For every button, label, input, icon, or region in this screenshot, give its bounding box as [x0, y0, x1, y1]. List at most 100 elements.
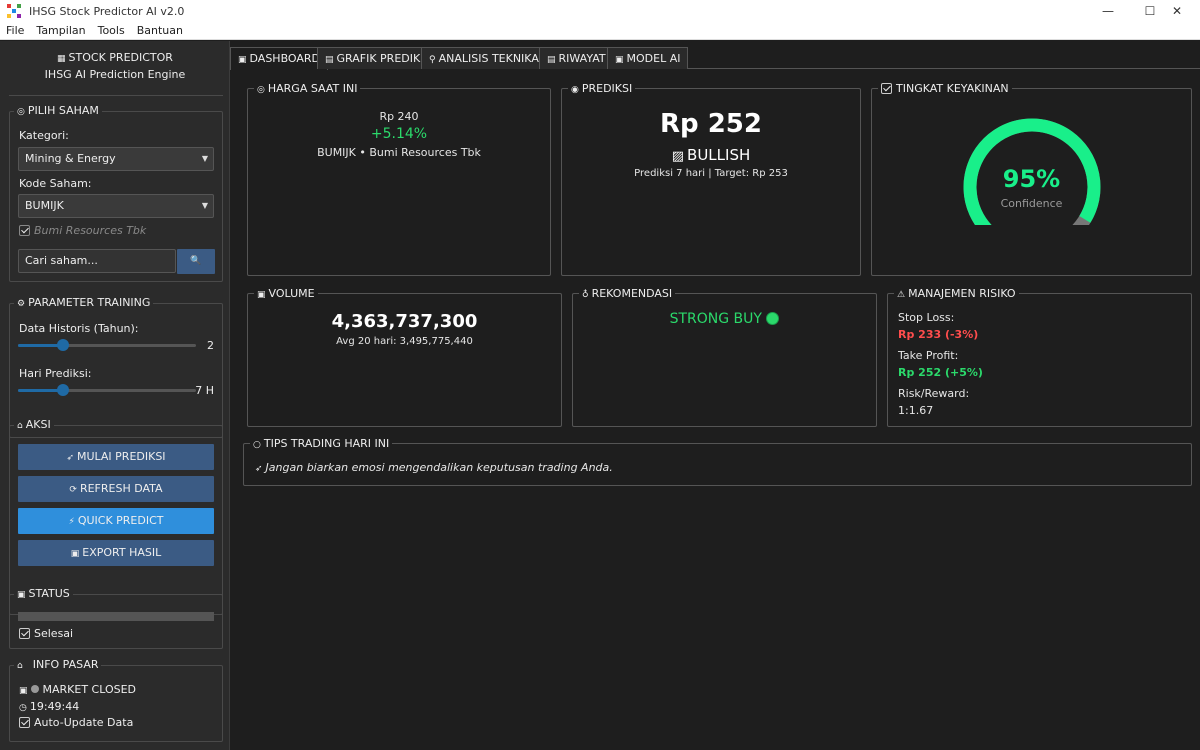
- history-icon: ▤: [547, 55, 556, 65]
- sidebar-subtitle: IHSG AI Prediction Engine: [44, 68, 186, 81]
- quick-predict-button[interactable]: ⚡ QUICK PREDICT: [18, 508, 214, 534]
- tips-card: ○ TIPS TRADING HARI INI ➶ Jangan biarkan e…: [243, 437, 1192, 486]
- prediksi-card: ◉ PREDIKSI Rp 252 ▨ BULLISH Prediksi 7 har…: [561, 82, 861, 276]
- chart-icon: ▦: [57, 54, 66, 64]
- status-group: ▣ STATUS Selesai: [9, 587, 223, 649]
- group-title: ⌂ INFO PASAR: [14, 658, 102, 671]
- status-icon: ▣: [17, 590, 26, 600]
- bank-icon: ⌂: [17, 661, 23, 671]
- bar-chart-icon: ▣: [257, 290, 266, 300]
- status-progress-bar: [18, 612, 214, 621]
- info-pasar-group: ⌂ INFO PASAR ▣ MARKET CLOSED ◷ 19:49:44 Au…: [9, 658, 223, 742]
- tab-riwayat[interactable]: ▤ RIWAYAT: [539, 47, 614, 69]
- check-icon: [19, 225, 30, 236]
- price-change: +5.14%: [370, 126, 428, 142]
- historis-value: 2: [207, 339, 214, 352]
- current-price: Rp 240: [379, 110, 419, 123]
- harga-card: ◎ HARGA SAAT INI Rp 240 +5.14% BUMIJK • B…: [247, 82, 551, 276]
- warning-icon: ⚠: [897, 290, 906, 300]
- market-status: ▣ MARKET CLOSED: [19, 683, 137, 696]
- menu-tampilan[interactable]: Tampilan: [30, 24, 91, 37]
- slider-handle[interactable]: [56, 339, 69, 351]
- window-title: IHSG Stock Predictor AI v2.0: [29, 4, 185, 18]
- refresh-data-button[interactable]: ⟳ REFRESH DATA: [18, 476, 214, 502]
- card-title: ♁ REKOMENDASI: [579, 287, 676, 300]
- group-title: ◎ PILIH SAHAM: [14, 104, 102, 117]
- kode-saham-select[interactable]: BUMIJK ▼: [18, 194, 214, 218]
- keyakinan-card: TINGKAT KEYAKINAN 95% Confidence: [871, 82, 1192, 276]
- risiko-card: ⚠ MANAJEMEN RISIKO Stop Loss: Rp 233 (-3%…: [887, 287, 1192, 427]
- rocket-icon: ➶: [66, 453, 74, 463]
- menu-tools[interactable]: Tools: [92, 24, 131, 37]
- volume-value: 4,363,737,300: [331, 311, 478, 332]
- card-title: ▣ VOLUME: [254, 287, 318, 300]
- status-text: Selesai: [19, 627, 73, 640]
- card-title: ○ TIPS TRADING HARI INI: [250, 437, 393, 450]
- confidence-value: 95%: [1002, 165, 1061, 193]
- menu-bantuan[interactable]: Bantuan: [131, 24, 189, 37]
- card-title: ◉ PREDIKSI: [568, 82, 636, 95]
- tab-model-ai[interactable]: ▣ MODEL AI: [607, 47, 689, 69]
- hari-slider[interactable]: [18, 384, 196, 396]
- volume-average: Avg 20 hari: 3,495,775,440: [336, 336, 473, 347]
- stock-name: BUMIJK • Bumi Resources Tbk: [317, 146, 481, 159]
- status-dot-icon: [30, 685, 39, 693]
- title-bar: IHSG Stock Predictor AI v2.0 — ☐ ✕: [0, 0, 1200, 22]
- close-button[interactable]: ✕: [1154, 0, 1200, 22]
- recommendation-value: STRONG BUY: [573, 311, 876, 327]
- card-title: TINGKAT KEYAKINAN: [878, 82, 1012, 95]
- green-circle-icon: [766, 312, 780, 325]
- tab-dashboard[interactable]: ▣ DASHBOARD: [230, 47, 329, 70]
- kode-label: Kode Saham:: [19, 177, 92, 190]
- trend-label: ▨ BULLISH: [671, 146, 751, 164]
- search-input[interactable]: Cari saham...: [18, 249, 176, 273]
- refresh-icon: ⟳: [69, 485, 77, 495]
- historis-label: Data Historis (Tahun):: [19, 322, 139, 335]
- chevron-down-icon: ▼: [201, 201, 208, 210]
- risk-reward-value: 1:1.67: [898, 404, 934, 417]
- robot-icon: ▣: [615, 55, 624, 65]
- auto-update-checkbox[interactable]: Auto-Update Data: [19, 716, 133, 729]
- slider-fill: [18, 344, 63, 347]
- tab-analisis-teknikal[interactable]: ⚲ ANALISIS TEKNIKAL: [421, 47, 553, 69]
- predicted-price: Rp 252: [660, 109, 762, 139]
- save-icon: ▣: [19, 686, 28, 696]
- pilih-saham-group: ◎ PILIH SAHAM Kategori: Mining & Energy ▼ …: [9, 104, 223, 282]
- chart-up-icon: ▨: [671, 149, 685, 164]
- minimize-button[interactable]: —: [1085, 0, 1131, 22]
- gear-icon: ⚙: [17, 299, 26, 309]
- prediction-detail: Prediksi 7 hari | Target: Rp 253: [634, 168, 788, 179]
- bulb-icon: ♁: [582, 290, 589, 300]
- slider-handle[interactable]: [56, 384, 69, 396]
- app-logo-icon: [7, 4, 21, 18]
- historis-slider[interactable]: [18, 339, 196, 351]
- slider-fill: [18, 389, 63, 392]
- gamepad-icon: ⌂: [17, 421, 23, 431]
- kode-value: BUMIJK: [25, 199, 64, 212]
- kategori-select[interactable]: Mining & Energy ▼: [18, 147, 214, 171]
- card-title: ◎ HARGA SAAT INI: [254, 82, 361, 95]
- search-icon: 🔍: [190, 256, 202, 266]
- kategori-value: Mining & Energy: [25, 152, 116, 165]
- volume-card: ▣ VOLUME 4,363,737,300 Avg 20 hari: 3,495…: [247, 287, 562, 427]
- crystal-icon: ◉: [571, 85, 579, 95]
- market-time: ◷ 19:49:44: [19, 700, 80, 713]
- save-icon: ▣: [70, 549, 80, 559]
- stop-loss-value: Rp 233 (-3%): [898, 328, 979, 341]
- check-icon: [19, 717, 30, 728]
- magnifier-icon: ⚲: [429, 55, 436, 65]
- menu-file[interactable]: File: [0, 24, 30, 37]
- tab-bar: ▣ DASHBOARD ▤ GRAFIK PREDIKSI ⚲ ANALISIS TE…: [230, 47, 1200, 70]
- search-button[interactable]: 🔍: [177, 249, 215, 274]
- search-placeholder: Cari saham...: [25, 254, 98, 267]
- menu-bar: File Tampilan Tools Bantuan: [0, 22, 1200, 40]
- company-name: Bumi Resources Tbk: [19, 224, 146, 237]
- money-icon: ◎: [257, 85, 265, 95]
- mulai-prediksi-button[interactable]: ➶ MULAI PREDIKSI: [18, 444, 214, 470]
- confidence-label: Confidence: [1000, 197, 1063, 210]
- export-hasil-button[interactable]: ▣ EXPORT HASIL: [18, 540, 214, 566]
- kategori-label: Kategori:: [19, 129, 69, 142]
- stop-loss-label: Stop Loss:: [898, 311, 955, 324]
- sidebar: ▦ STOCK PREDICTOR IHSG AI Prediction Engi…: [0, 41, 230, 750]
- group-title: ⚙ PARAMETER TRAINING: [14, 296, 154, 309]
